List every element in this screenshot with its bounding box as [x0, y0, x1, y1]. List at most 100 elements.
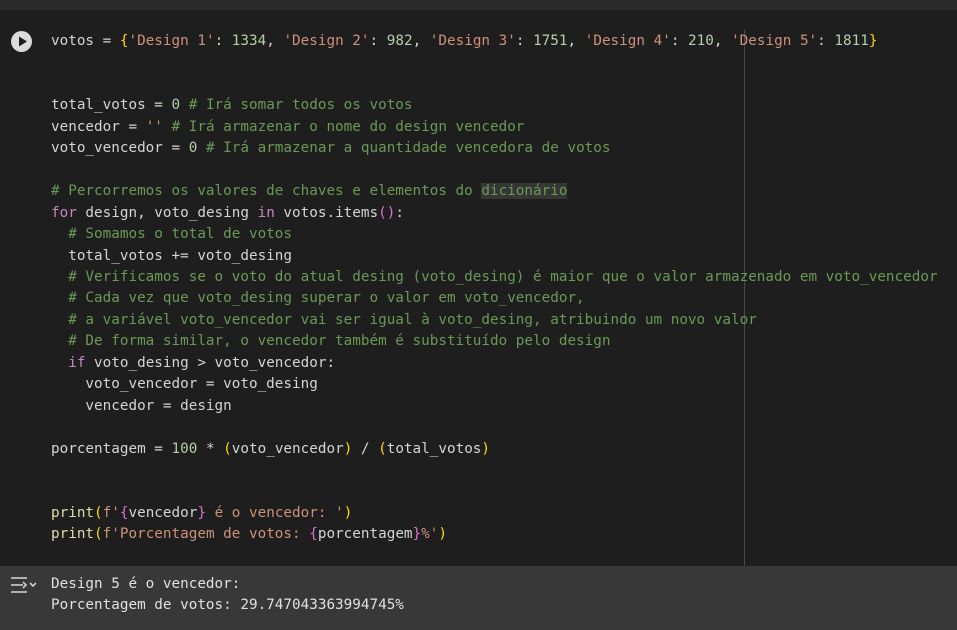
code-token: 1334 [231, 33, 267, 49]
code-token: ( [223, 440, 232, 457]
code-token: } [868, 33, 878, 49]
code-token: vencedor = [51, 118, 146, 135]
code-token: print [51, 526, 95, 543]
code-token: , [412, 33, 430, 49]
code-token: votos.items [274, 204, 379, 221]
code-token: ) [481, 440, 491, 457]
code-token: %' [421, 526, 439, 543]
code-token: # Somamos o total de votos [51, 226, 293, 243]
code-token: voto_vencedor = [51, 140, 189, 157]
line-length-ruler [744, 30, 745, 575]
code-token: : [214, 33, 232, 49]
output-line-1: Design 5 é o vencedor: [51, 576, 249, 592]
code-line: vencedor = design [51, 396, 232, 417]
code-token: / [352, 440, 379, 457]
code-token: '' [145, 118, 163, 135]
code-line: porcentagem = 100 * (voto_vencedor) / (t… [51, 439, 490, 460]
code-line: total_votos = 0 # Irá somar todos os vot… [51, 95, 413, 116]
code-token: ( [94, 526, 103, 543]
code-token: 210 [688, 33, 714, 49]
code-token: total_votos += voto_desing [51, 247, 293, 264]
code-token: voto_vencedor [231, 440, 344, 457]
code-token: if [68, 354, 86, 371]
code-token: : [369, 33, 387, 49]
code-token: * [197, 440, 224, 457]
code-token: # a variável voto_vencedor vai ser igual… [51, 311, 757, 328]
notebook-frame: votos = { 'Design 1': 1334, 'Design 2': 9… [0, 0, 957, 630]
code-token: porcentagem [317, 526, 413, 543]
code-token: total_votos = [51, 97, 172, 114]
code-token: # Irá somar todos os votos [180, 97, 413, 114]
code-line: if voto_desing > voto_vencedor: [51, 353, 335, 374]
code-token: 'Design 3' [429, 33, 516, 49]
code-line: voto_vencedor = 0 # Irá armazenar a quan… [51, 138, 611, 159]
code-token: for [51, 204, 77, 221]
code-line: print(f'Porcentagem de votos: {porcentag… [51, 524, 447, 545]
code-token: vencedor = design [51, 397, 232, 414]
code-token: # De forma similar, o vencedor também é … [51, 333, 611, 350]
code-token: ( [94, 504, 103, 521]
code-token: é o vencedor: ' [205, 504, 344, 521]
code-token: : [395, 204, 404, 221]
code-token: voto_desing > voto_vencedor: [85, 354, 336, 371]
code-token: : [670, 33, 689, 49]
code-token: 1811 [834, 33, 869, 49]
code-token: voto_vencedor = voto_desing [51, 376, 318, 393]
output-toggle-icon[interactable] [9, 575, 37, 595]
code-line: vencedor = '' # Irá armazenar o nome do … [51, 117, 524, 138]
code-token: f' [102, 504, 120, 521]
code-line: # Percorremos os valores de chaves e ele… [51, 181, 568, 202]
run-cell-button[interactable] [11, 31, 32, 52]
code-token: # Irá armazenar a quantidade vencedora d… [197, 140, 611, 157]
code-token: ) [343, 440, 353, 457]
code-line: voto_vencedor = voto_desing [51, 374, 318, 395]
code-token: , [567, 33, 585, 49]
code-line: # Verificamos se o voto do atual desing … [51, 267, 938, 288]
code-line: total_votos += voto_desing [51, 246, 292, 267]
code-token: vencedor [128, 504, 198, 521]
code-line: # De forma similar, o vencedor também é … [51, 331, 610, 352]
code-token: # Verificamos se o voto do atual desing … [51, 268, 938, 285]
code-token: ) [343, 504, 353, 521]
play-icon [19, 36, 27, 47]
code-token: 'Design 5' [731, 33, 818, 49]
code-token: in [257, 204, 275, 221]
code-token: () [378, 204, 396, 221]
code-token: 982 [386, 33, 413, 49]
cell-toolbar-strip [0, 0, 957, 10]
code-line: # Cada vez que voto_desing superar o val… [51, 288, 585, 309]
code-token: # Irá armazenar o nome do design vencedo… [162, 118, 525, 135]
code-token: } [412, 526, 422, 543]
code-token: # Cada vez que voto_desing superar o val… [51, 290, 585, 307]
code-cell[interactable]: votos = { 'Design 1': 1334, 'Design 2': 9… [0, 10, 957, 575]
code-token: 'Design 1' [128, 33, 215, 49]
code-token: 100 [171, 440, 198, 457]
code-token: porcentagem = [51, 440, 172, 457]
code-token: ( [378, 440, 387, 457]
code-token: # Percorremos os valores de chaves e ele… [51, 183, 482, 200]
code-token: : [515, 33, 534, 49]
cell-output: Design 5 é o vencedor: Porcentagem de vo… [0, 566, 957, 630]
code-line: for design, voto_desing in votos.items()… [51, 203, 404, 224]
code-token: ) [438, 526, 447, 543]
code-token: , [713, 33, 732, 49]
code-token: f'Porcentagem de votos: [102, 526, 310, 543]
code-token: { [309, 526, 318, 543]
code-token: 'Design 4' [584, 33, 671, 49]
code-token: : [817, 33, 835, 49]
code-line: print(f'{vencedor} é o vencedor: ') [51, 503, 352, 524]
code-token: votos = [51, 33, 120, 49]
code-token: 'Design 2' [283, 33, 370, 49]
code-line: # a variável voto_vencedor vai ser igual… [51, 310, 757, 331]
code-line: votos = {'Design 1': 1334, 'Design 2': 9… [51, 31, 877, 52]
code-token: 1751 [533, 33, 568, 49]
output-line-2: Porcentagem de votos: 29.747043363994745… [51, 597, 404, 613]
code-token: 0 [171, 97, 181, 114]
code-token: total_votos [386, 440, 482, 457]
code-token: design, voto_desing [76, 204, 258, 221]
code-token: dicionário [481, 183, 568, 200]
code-line: # Somamos o total de votos [51, 224, 292, 245]
code-token: print [51, 504, 95, 521]
code-token: } [197, 504, 206, 521]
